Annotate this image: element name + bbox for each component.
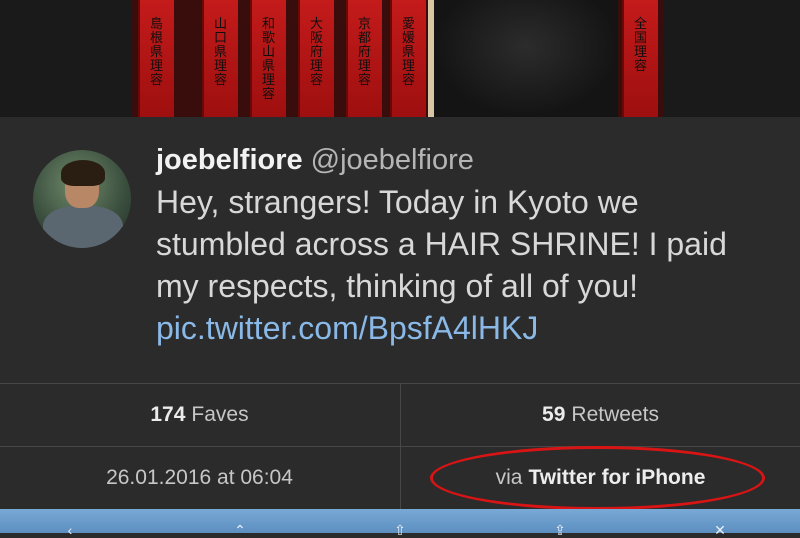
reply-icon[interactable]: ⌃ [232,523,248,537]
back-icon[interactable]: ‹ [62,523,78,537]
via-prefix: via [495,466,523,489]
shrine-image: 島根県理容 山口県理容 和歌山県理容 大阪府理容 京都府理容 愛媛県理容 全国理… [132,0,664,117]
shrine-plaque: 大阪府理容 [298,0,334,117]
more-icon[interactable]: ✕ [712,523,728,537]
share-icon[interactable]: ⇪ [552,523,568,537]
retweets-stat[interactable]: 59 Retweets [400,384,800,446]
faves-stat[interactable]: 174 Faves [0,384,399,446]
user-handle[interactable]: @joebelfiore [311,144,474,176]
shrine-plaque: 愛媛県理容 [390,0,426,117]
tweet-text: Hey, strangers! Today in Kyoto we stumbl… [156,181,776,349]
retweet-icon[interactable]: ⇧ [392,523,408,537]
avatar-shirt [43,206,123,248]
tweet-body: Hey, strangers! Today in Kyoto we stumbl… [156,184,727,304]
retweets-label: Retweets [571,403,659,426]
shrine-plaque: 全国理容 [622,0,658,117]
timestamp-text: 26.01.2016 at 06:04 [106,466,293,489]
tweet-timestamp: 26.01.2016 at 06:04 [0,447,399,509]
avatar[interactable] [33,150,131,248]
retweets-count: 59 [542,403,566,426]
meta-row: 26.01.2016 at 06:04 via Twitter for iPho… [0,446,800,509]
person-silhouette [434,0,618,117]
tweet-media-link[interactable]: pic.twitter.com/BpsfA4lHKJ [156,310,538,346]
user-line[interactable]: joebelfiore @joebelfiore [156,142,474,178]
stats-row: 174 Faves 59 Retweets [0,383,800,446]
shrine-plaque: 山口県理容 [202,0,238,117]
tweet-detail: joebelfiore @joebelfiore Hey, strangers! … [0,117,800,384]
bottom-toolbar: ‹ ⌃ ⇧ ⇪ ✕ [0,509,800,537]
tweet-photo[interactable]: 島根県理容 山口県理容 和歌山県理容 大阪府理容 京都府理容 愛媛県理容 全国理… [0,0,800,117]
shrine-plaque: 京都府理容 [346,0,382,117]
faves-count: 174 [150,403,186,426]
tweet-source[interactable]: via Twitter for iPhone [400,447,800,509]
display-name[interactable]: joebelfiore [156,144,303,176]
avatar-hair [61,160,105,186]
shrine-plaque: 和歌山県理容 [250,0,286,117]
faves-label: Faves [191,403,249,426]
via-client[interactable]: Twitter for iPhone [528,466,705,490]
shrine-plaque: 島根県理容 [138,0,174,117]
